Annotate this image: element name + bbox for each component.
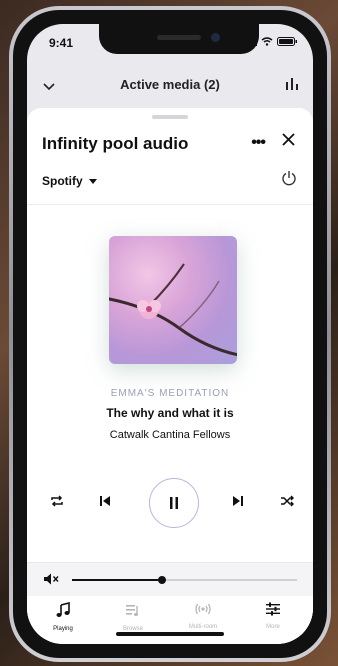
multi-room-icon	[195, 603, 211, 615]
source-label: Spotify	[42, 174, 83, 188]
screen: 9:41 Active media (2) Infinity pool audi…	[27, 24, 313, 644]
active-media-title[interactable]: Active media (2)	[27, 77, 313, 92]
more-options-button[interactable]: •••	[251, 134, 266, 152]
volume-slider-fill	[72, 579, 162, 581]
tab-label: Playing	[53, 626, 73, 632]
sheet-handle[interactable]	[152, 115, 188, 119]
home-indicator	[116, 632, 224, 636]
speaker-grille	[157, 35, 201, 40]
tab-playing[interactable]: Playing	[33, 601, 93, 632]
artist-name: Catwalk Cantina Fellows	[109, 429, 231, 441]
now-playing-sheet: Infinity pool audio ••• Spotify EMMA'S M…	[27, 108, 313, 644]
sliders-icon	[266, 602, 280, 616]
track-title: The why and what it is	[106, 406, 234, 420]
browse-icon	[126, 605, 138, 616]
playlist-name: EMMA'S MEDITATION	[110, 388, 230, 399]
phone-bezel: 9:41 Active media (2) Infinity pool audi…	[13, 10, 327, 658]
tab-label: More	[266, 624, 280, 630]
mute-icon[interactable]	[43, 572, 59, 591]
album-art	[109, 236, 237, 364]
signal-icon	[243, 37, 257, 46]
top-bar: Active media (2)	[27, 64, 313, 108]
next-track-icon[interactable]	[232, 494, 244, 512]
previous-track-icon[interactable]	[99, 494, 111, 512]
status-icons	[243, 37, 297, 46]
wifi-icon	[261, 37, 273, 46]
camera	[211, 33, 220, 42]
volume-slider[interactable]	[72, 576, 297, 584]
battery-icon	[277, 37, 297, 46]
music-note-icon	[56, 601, 70, 617]
tab-more[interactable]: More	[243, 602, 303, 630]
shuffle-icon[interactable]	[280, 494, 295, 512]
caret-down-icon	[88, 178, 97, 184]
divider	[27, 204, 313, 205]
zone-title: Infinity pool audio	[42, 134, 189, 153]
pause-icon	[170, 497, 178, 509]
volume-slider-thumb[interactable]	[158, 576, 166, 584]
volume-bar	[27, 562, 313, 597]
notch	[99, 24, 259, 54]
tab-label: Multi-room	[188, 624, 218, 630]
playback-controls	[27, 478, 313, 528]
equalizer-icon[interactable]	[285, 77, 299, 95]
source-selector[interactable]: Spotify	[42, 174, 97, 188]
status-time: 9:41	[49, 36, 74, 50]
close-icon[interactable]	[282, 133, 295, 151]
tab-bar: Playing Browse Multi-room More	[27, 596, 313, 644]
repeat-icon[interactable]	[50, 494, 64, 512]
power-icon[interactable]	[281, 170, 297, 191]
phone-frame: 9:41 Active media (2) Infinity pool audi…	[9, 6, 331, 662]
tab-browse[interactable]: Browse	[103, 602, 163, 632]
tab-multi-room[interactable]: Multi-room	[173, 602, 233, 630]
pause-button[interactable]	[149, 478, 199, 528]
